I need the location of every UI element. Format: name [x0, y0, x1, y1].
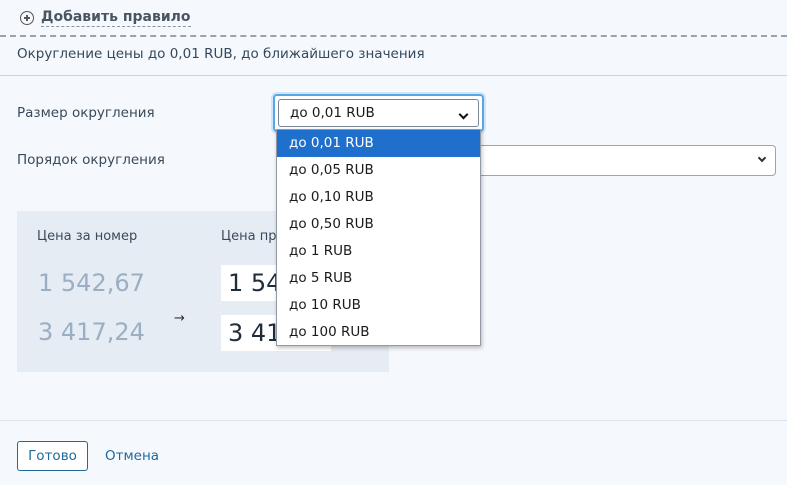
rounding-order-select[interactable] — [476, 145, 776, 176]
rounding-size-select[interactable]: до 0,01 RUB — [273, 94, 484, 132]
result-column-header: Цена пр — [221, 229, 277, 244]
description-divider — [0, 75, 787, 76]
chevron-down-icon — [458, 109, 469, 120]
dropdown-option[interactable]: до 10 RUB — [277, 292, 480, 319]
dropdown-option[interactable]: до 0,05 RUB — [277, 157, 480, 184]
footer-divider — [0, 420, 787, 421]
chevron-down-icon — [757, 153, 767, 163]
rounding-order-label: Порядок округления — [17, 152, 165, 168]
original-price: 3 417,24 — [38, 318, 145, 346]
dropdown-option[interactable]: до 100 RUB — [277, 319, 480, 346]
rule-description: Округление цены до 0,01 RUB, до ближайше… — [17, 46, 425, 62]
section-divider — [0, 35, 787, 37]
rounding-size-dropdown: до 0,01 RUB до 0,05 RUB до 0,10 RUB до 0… — [276, 129, 481, 346]
cancel-link[interactable]: Отмена — [105, 448, 159, 464]
dropdown-option[interactable]: до 0,10 RUB — [277, 184, 480, 211]
rounding-size-label: Размер округления — [17, 105, 155, 121]
dropdown-option[interactable]: до 5 RUB — [277, 265, 480, 292]
original-price: 1 542,67 — [38, 269, 145, 297]
add-rule-button[interactable]: Добавить правило — [20, 8, 191, 28]
price-column-header: Цена за номер — [37, 229, 138, 244]
plus-circle-icon — [20, 11, 34, 25]
dropdown-option[interactable]: до 0,01 RUB — [277, 130, 480, 157]
rounding-size-value: до 0,01 RUB — [290, 105, 375, 121]
done-button[interactable]: Готово — [17, 441, 88, 471]
dropdown-option[interactable]: до 0,50 RUB — [277, 211, 480, 238]
add-rule-label: Добавить правило — [41, 9, 191, 27]
dropdown-option[interactable]: до 1 RUB — [277, 238, 480, 265]
arrow-right-icon: → — [174, 311, 185, 326]
